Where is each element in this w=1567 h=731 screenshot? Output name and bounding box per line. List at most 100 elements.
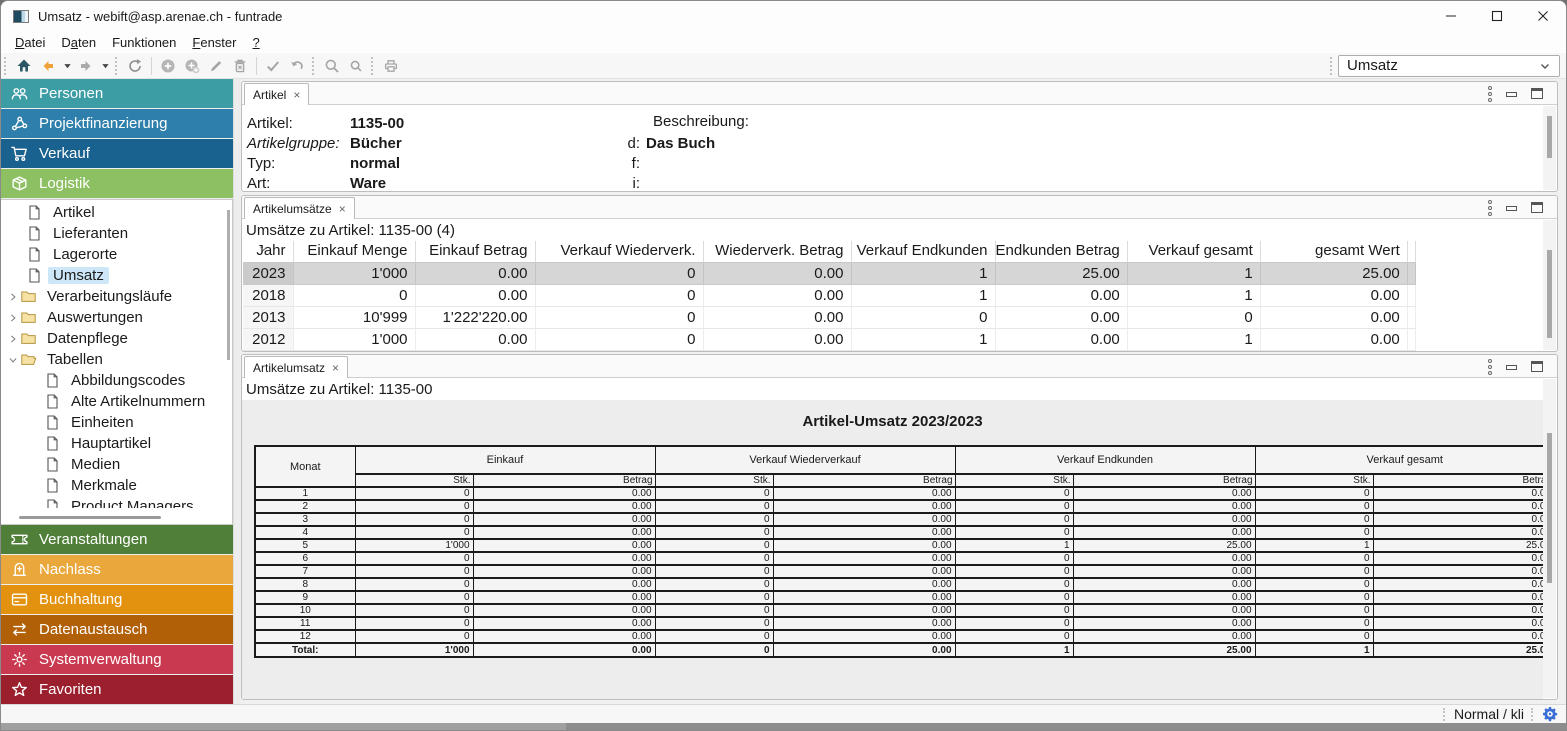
table-cell[interactable]: 0.00 bbox=[415, 328, 535, 350]
sidebar-section-logistik[interactable]: Logistik bbox=[1, 169, 233, 198]
tree-item-abbildungscodes[interactable]: Abbildungscodes bbox=[1, 370, 224, 391]
column-header-einkauf-betrag[interactable]: Einkauf Betrag bbox=[415, 241, 535, 262]
table-row[interactable]: 201800.0000.0010.0010.00 bbox=[243, 284, 1415, 306]
table-cell[interactable]: 1'000 bbox=[293, 328, 415, 350]
column-header-verkauf-wiederverk[interactable]: Verkauf Wiederverk. bbox=[535, 241, 703, 262]
tree-horizontal-scrollbar[interactable] bbox=[5, 514, 222, 521]
table-row[interactable]: 20121'0000.0000.0010.0010.00 bbox=[243, 328, 1415, 350]
chevron-down-icon[interactable] bbox=[6, 355, 20, 365]
tab-artikel[interactable]: Artikel × bbox=[244, 83, 309, 105]
column-header-gesamt-wert[interactable]: gesamt Wert bbox=[1260, 241, 1407, 262]
panel-artikelumsatz-scrollbar[interactable] bbox=[1543, 379, 1556, 698]
toolbar-drag-handle[interactable] bbox=[4, 57, 9, 75]
panel-artikelumsatz-scrollbar-thumb[interactable] bbox=[1547, 433, 1552, 583]
undo-icon[interactable] bbox=[285, 55, 309, 77]
tree-item-product-managers[interactable]: Product Managers bbox=[1, 496, 224, 508]
tree-item-datenpflege[interactable]: Datenpflege bbox=[1, 328, 224, 349]
print-icon[interactable] bbox=[379, 55, 403, 77]
tree-item-hauptartikel[interactable]: Hauptartikel bbox=[1, 433, 224, 454]
chevron-right-icon[interactable] bbox=[6, 313, 20, 323]
sidebar-section-personen[interactable]: Personen bbox=[1, 79, 233, 108]
table-cell[interactable]: 1 bbox=[851, 262, 995, 284]
menu-funktionen[interactable]: Funktionen bbox=[104, 33, 184, 52]
chevron-right-icon[interactable] bbox=[6, 292, 20, 302]
column-header-einkauf-menge[interactable]: Einkauf Menge bbox=[293, 241, 415, 262]
table-cell[interactable]: 0 bbox=[1127, 306, 1260, 328]
column-header-wiederverk-betrag[interactable]: Wiederverk. Betrag bbox=[703, 241, 851, 262]
table-cell[interactable]: 0.00 bbox=[995, 328, 1127, 350]
sidebar-section-buchhaltung[interactable]: Buchhaltung bbox=[1, 585, 233, 614]
table-cell[interactable]: 0 bbox=[535, 262, 703, 284]
tree-vertical-scrollbar-thumb[interactable] bbox=[227, 210, 230, 360]
chevron-right-icon[interactable] bbox=[6, 334, 20, 344]
table-cell[interactable]: 1 bbox=[851, 284, 995, 306]
tree-item-umsatz[interactable]: Umsatz bbox=[1, 265, 224, 286]
menu-daten[interactable]: Daten bbox=[53, 33, 104, 52]
tree-item-lagerorte[interactable]: Lagerorte bbox=[1, 244, 224, 265]
table-cell[interactable]: 1'000 bbox=[293, 262, 415, 284]
table-cell[interactable]: 0.00 bbox=[1260, 284, 1407, 306]
tab-close-icon[interactable]: × bbox=[293, 89, 300, 101]
column-header-verkauf-endkunden[interactable]: Verkauf Endkunden bbox=[851, 241, 995, 262]
table-cell[interactable]: 0 bbox=[535, 306, 703, 328]
table-row[interactable]: 20231'0000.0000.00125.00125.00 bbox=[243, 262, 1415, 284]
add-record-icon[interactable] bbox=[156, 55, 180, 77]
table-cell[interactable]: 2012 bbox=[243, 328, 293, 350]
table-cell[interactable]: 0.00 bbox=[703, 328, 851, 350]
table-cell[interactable]: 0.00 bbox=[703, 262, 851, 284]
tree-horizontal-scrollbar-thumb[interactable] bbox=[19, 516, 161, 519]
home-icon[interactable] bbox=[12, 55, 36, 77]
duplicate-record-icon[interactable] bbox=[180, 55, 204, 77]
sidebar-section-verkauf[interactable]: Verkauf bbox=[1, 139, 233, 168]
tree-item-lieferanten[interactable]: Lieferanten bbox=[1, 223, 224, 244]
sidebar-splitter[interactable] bbox=[233, 79, 240, 704]
confirm-icon[interactable] bbox=[261, 55, 285, 77]
close-window-icon[interactable] bbox=[1520, 1, 1566, 31]
table-cell[interactable]: 1 bbox=[851, 328, 995, 350]
table-cell[interactable]: 1'222'220.00 bbox=[415, 306, 535, 328]
table-cell[interactable]: 0.00 bbox=[1260, 306, 1407, 328]
table-cell[interactable]: 0 bbox=[293, 284, 415, 306]
settings-gear-icon[interactable] bbox=[1542, 706, 1558, 722]
tree-item-verarbeitungslaufe[interactable]: Verarbeitungsläufe bbox=[1, 286, 224, 307]
table-cell[interactable]: 0.00 bbox=[995, 284, 1127, 306]
caret-down-icon[interactable] bbox=[60, 55, 74, 77]
column-header-endkunden-betrag[interactable]: Endkunden Betrag bbox=[995, 241, 1127, 262]
tree-item-merkmale[interactable]: Merkmale bbox=[1, 475, 224, 496]
sidebar-section-datenaustausch[interactable]: Datenaustausch bbox=[1, 615, 233, 644]
table-cell[interactable]: 25.00 bbox=[995, 262, 1127, 284]
column-header-jahr[interactable]: Jahr bbox=[243, 241, 293, 262]
panel-menu-icon[interactable] bbox=[1488, 86, 1492, 102]
sidebar-section-nachlass[interactable]: Nachlass bbox=[1, 555, 233, 584]
panel-artikel-scrollbar-thumb[interactable] bbox=[1547, 116, 1552, 158]
search-icon[interactable] bbox=[320, 55, 344, 77]
minimize-window-icon[interactable] bbox=[1428, 1, 1474, 31]
column-header-verkauf-gesamt[interactable]: Verkauf gesamt bbox=[1127, 241, 1260, 262]
search-small-icon[interactable] bbox=[344, 55, 368, 77]
tree-vertical-scrollbar[interactable] bbox=[226, 204, 231, 504]
panel-maximize-icon[interactable] bbox=[1531, 202, 1543, 213]
module-select[interactable]: Umsatz bbox=[1338, 55, 1560, 77]
table-cell[interactable]: 0 bbox=[535, 284, 703, 306]
tree-item-einheiten[interactable]: Einheiten bbox=[1, 412, 224, 433]
sidebar-section-systemverwaltung[interactable]: Systemverwaltung bbox=[1, 645, 233, 674]
refresh-icon[interactable] bbox=[123, 55, 147, 77]
table-cell[interactable]: 0.00 bbox=[995, 306, 1127, 328]
toolbar-drag-handle[interactable] bbox=[312, 57, 317, 75]
tree-item-artikel[interactable]: Artikel bbox=[1, 202, 224, 223]
table-cell[interactable]: 0.00 bbox=[703, 306, 851, 328]
tree-item-tabellen[interactable]: Tabellen bbox=[1, 349, 224, 370]
panel-minimize-icon[interactable] bbox=[1506, 206, 1517, 211]
table-cell[interactable]: 0.00 bbox=[415, 284, 535, 306]
table-cell[interactable]: 0.00 bbox=[415, 262, 535, 284]
edit-icon[interactable] bbox=[204, 55, 228, 77]
panel-artikelumsaetze-scrollbar[interactable] bbox=[1543, 220, 1556, 350]
panel-artikelumsaetze-scrollbar-thumb[interactable] bbox=[1547, 250, 1552, 338]
tab-artikelumsaetze[interactable]: Artikelumsätze × bbox=[244, 197, 355, 219]
table-cell[interactable]: 25.00 bbox=[1260, 262, 1407, 284]
menu-fenster[interactable]: Fenster bbox=[184, 33, 244, 52]
sidebar-section-veranstaltungen[interactable]: Veranstaltungen bbox=[1, 525, 233, 554]
table-cell[interactable]: 1 bbox=[1127, 262, 1260, 284]
toolbar-drag-handle[interactable] bbox=[115, 57, 120, 75]
table-cell[interactable]: 0 bbox=[851, 306, 995, 328]
